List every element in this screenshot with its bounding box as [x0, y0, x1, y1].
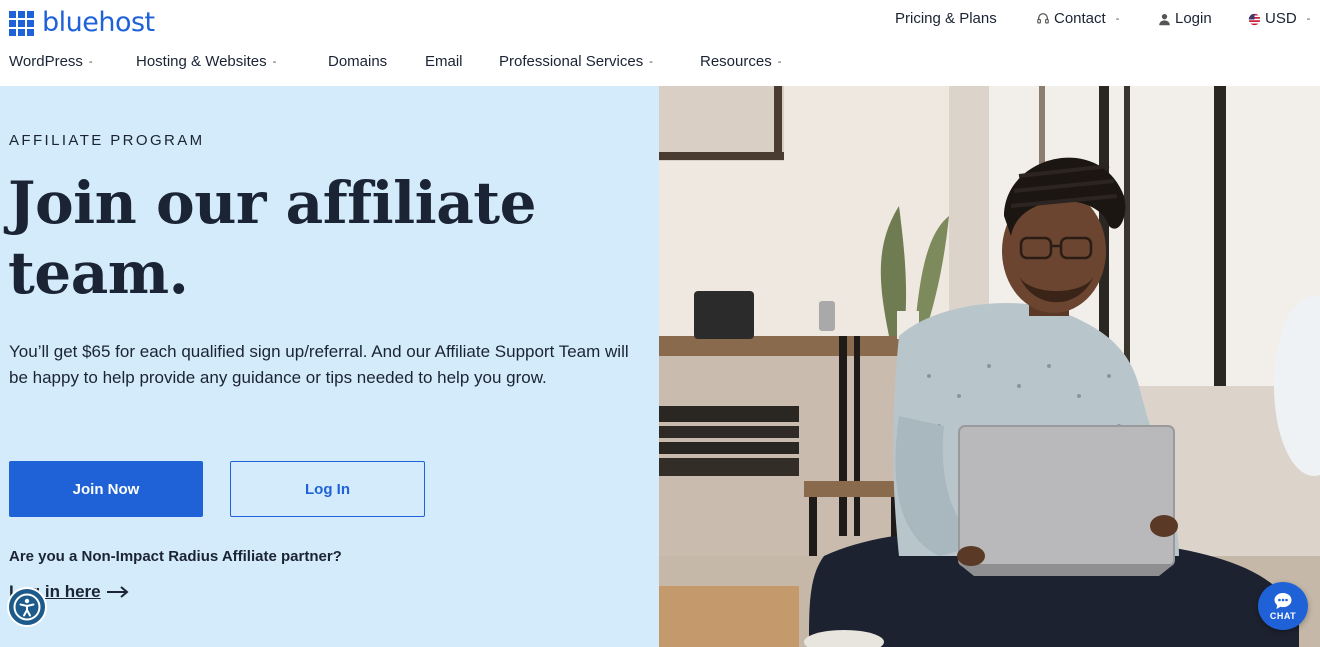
nav-item-professional-services[interactable]: Professional Services - [499, 52, 653, 72]
chevron-down-icon: - [1115, 13, 1120, 25]
arrow-right-icon [106, 586, 129, 598]
nav-item-label: WordPress [9, 53, 83, 70]
nav-item-label: Resources [700, 53, 772, 70]
partner-question: Are you a Non-Impact Radius Affiliate pa… [9, 548, 342, 565]
nav-item-hosting[interactable]: Hosting & Websites - [136, 52, 276, 72]
nav-item-label: Email [425, 53, 463, 70]
hero-headline: Join our affiliate team. [8, 168, 568, 308]
headline-line-2: team. [8, 239, 189, 307]
nav-item-label: Hosting & Websites [136, 53, 267, 70]
accessibility-icon [13, 593, 41, 621]
user-icon [1159, 13, 1170, 25]
pricing-plans-link[interactable]: Pricing & Plans [895, 10, 997, 28]
chevron-down-icon: - [649, 56, 653, 68]
nav-item-domains[interactable]: Domains [328, 52, 387, 72]
chevron-down-icon: - [88, 56, 93, 68]
contact-dropdown[interactable]: Contact - [1036, 10, 1119, 28]
site-header: bluehost Pricing & Plans Contact - Login [0, 0, 1320, 86]
accessibility-button[interactable] [7, 587, 47, 627]
log-in-button[interactable]: Log In [230, 461, 425, 517]
headline-line-1: Join our affiliate [8, 169, 536, 237]
chevron-down-icon: - [1306, 13, 1311, 25]
nav-item-label: Domains [328, 53, 388, 70]
login-link[interactable]: Login [1158, 10, 1212, 28]
nav-item-resources[interactable]: Resources - [700, 52, 781, 72]
hero-illustration [659, 86, 1320, 647]
nav-item-email[interactable]: Email [425, 52, 463, 72]
hero-content: AFFILIATE PROGRAM Join our affiliate tea… [0, 86, 659, 647]
hero-subtext: You’ll get $65 for each qualified sign u… [9, 342, 629, 387]
chat-button[interactable]: CHAT [1258, 582, 1308, 630]
nav-item-label: Professional Services [499, 53, 644, 70]
logo-text: bluehost [42, 7, 155, 38]
currency-dropdown[interactable]: USD - [1248, 10, 1310, 28]
us-flag-icon [1248, 13, 1261, 25]
nav-item-wordpress[interactable]: WordPress - [9, 52, 93, 72]
login-label: Login [1175, 10, 1212, 27]
join-now-button[interactable]: Join Now [9, 461, 203, 517]
pricing-plans-label: Pricing & Plans [895, 10, 997, 27]
chat-label: CHAT [1269, 610, 1297, 621]
contact-label: Contact [1054, 10, 1106, 27]
chevron-down-icon: - [777, 56, 782, 68]
hero-eyebrow: AFFILIATE PROGRAM [9, 132, 205, 149]
grid-logo-icon [9, 10, 34, 36]
chat-bubble-icon [1274, 592, 1292, 609]
chevron-down-icon: - [272, 56, 277, 68]
bluehost-logo[interactable]: bluehost [9, 8, 155, 38]
hero-image-man-with-laptop [659, 86, 1320, 647]
currency-label: USD [1265, 10, 1297, 27]
headset-icon [1037, 13, 1049, 24]
